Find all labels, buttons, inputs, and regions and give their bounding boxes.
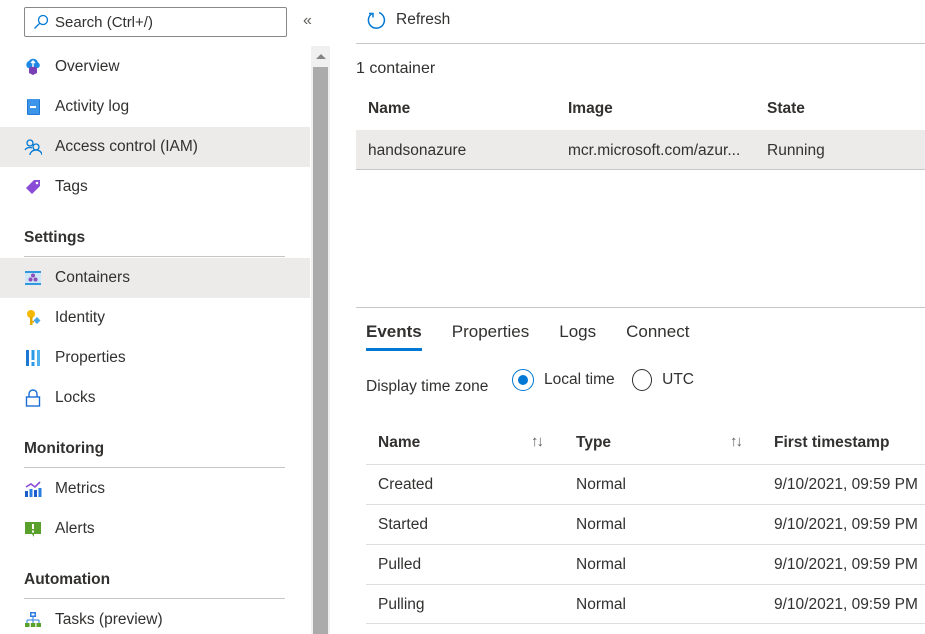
refresh-button[interactable]: Refresh (366, 10, 450, 30)
sidebar-item-tags[interactable]: Tags (0, 167, 310, 207)
tab-properties[interactable]: Properties (452, 322, 529, 350)
events-header-first-timestamp[interactable]: First timestamp (774, 434, 889, 452)
sort-icon[interactable]: ↑↓ (531, 433, 544, 450)
tab-logs[interactable]: Logs (559, 322, 596, 350)
containers-icon (24, 269, 42, 287)
sidebar-item-label: Properties (55, 349, 126, 366)
section-heading-automation: Automation (24, 571, 111, 588)
radio-label: UTC (662, 371, 694, 388)
event-type: Normal (576, 556, 626, 573)
sidebar-item-overview[interactable]: Overview (0, 47, 310, 87)
radio-circle (632, 369, 653, 391)
sidebar-item-metrics[interactable]: Metrics (0, 469, 310, 509)
section-divider (24, 467, 285, 468)
sort-icon[interactable]: ↑↓ (730, 433, 743, 450)
radio-circle (512, 369, 534, 391)
section-heading-settings: Settings (24, 229, 86, 246)
overview-icon (24, 58, 42, 76)
sidebar-item-label: Alerts (55, 520, 95, 537)
tab-connect[interactable]: Connect (626, 322, 689, 350)
iam-icon (24, 138, 42, 156)
identity-icon (24, 309, 42, 327)
sidebar-item-tasks[interactable]: Tasks (preview) (0, 600, 310, 634)
sidebar-item-identity[interactable]: Identity (0, 298, 310, 338)
sidebar-item-label: Locks (55, 389, 96, 406)
radio-utc[interactable]: UTC (632, 369, 694, 391)
container-name: handsonazure (368, 142, 467, 159)
container-count: 1 container (356, 60, 436, 77)
column-header-image: Image (568, 100, 613, 117)
tasks-icon (24, 611, 42, 629)
sidebar-item-label: Tasks (preview) (55, 611, 163, 628)
tab-events[interactable]: Events (366, 322, 422, 351)
pane-splitter[interactable] (356, 307, 925, 308)
details-tabs: Events Properties Logs Connect (366, 322, 719, 351)
event-first-timestamp: 9/10/2021, 09:59 PM (774, 476, 918, 493)
event-name: Started (378, 516, 428, 533)
container-state: Running (767, 142, 825, 159)
radio-label: Local time (544, 371, 615, 388)
event-name: Pulled (378, 556, 422, 573)
event-type: Normal (576, 476, 626, 493)
scrollbar-thumb[interactable] (313, 67, 328, 634)
refresh-label: Refresh (396, 11, 451, 28)
sidebar-item-access-control[interactable]: Access control (IAM) (0, 127, 310, 167)
sidebar-item-label: Identity (55, 309, 105, 326)
event-name: Pulling (378, 596, 425, 613)
metrics-icon (24, 480, 42, 498)
section-divider (24, 256, 285, 257)
search-input[interactable] (55, 13, 275, 31)
events-header-type[interactable]: Type (576, 434, 611, 452)
properties-icon (24, 349, 42, 367)
table-row[interactable]: handsonazure mcr.microsoft.com/azur... R… (356, 130, 925, 170)
sidebar-item-label: Overview (55, 58, 120, 75)
sidebar-item-label: Metrics (55, 480, 105, 497)
sidebar-item-containers[interactable]: Containers (0, 258, 310, 298)
lock-icon (24, 389, 42, 407)
column-header-name: Name (368, 100, 411, 117)
event-type: Normal (576, 516, 626, 533)
table-row[interactable]: Pulling Normal 9/10/2021, 09:59 PM (366, 584, 925, 624)
table-row[interactable]: Created Normal 9/10/2021, 09:59 PM (366, 464, 925, 504)
sidebar-item-label: Containers (55, 269, 130, 286)
sidebar-item-locks[interactable]: Locks (0, 378, 310, 418)
tag-icon (24, 178, 42, 196)
event-first-timestamp: 9/10/2021, 09:59 PM (774, 596, 918, 613)
containers-pane: Refresh 1 container Name Image State han… (356, 0, 925, 634)
event-type: Normal (576, 596, 626, 613)
collapse-menu-button[interactable]: « (303, 12, 312, 30)
sidebar-item-label: Access control (IAM) (55, 138, 198, 155)
sidebar-item-activity-log[interactable]: Activity log (0, 87, 310, 127)
resource-menu: « Overview Activity log Access control (… (0, 0, 312, 634)
section-heading-monitoring: Monitoring (24, 440, 105, 457)
search-icon (34, 14, 49, 29)
radio-local-time[interactable]: Local time (512, 369, 615, 391)
event-first-timestamp: 9/10/2021, 09:59 PM (774, 516, 918, 533)
activity-log-icon (24, 98, 42, 116)
timezone-label: Display time zone (366, 378, 489, 395)
sidebar-item-label: Tags (55, 178, 88, 195)
alerts-icon (24, 520, 42, 538)
table-row[interactable]: Started Normal 9/10/2021, 09:59 PM (366, 504, 925, 544)
events-header-name[interactable]: Name (378, 434, 420, 452)
section-divider (24, 598, 285, 599)
event-name: Created (378, 476, 434, 493)
toolbar-divider (356, 43, 925, 44)
sidebar-item-alerts[interactable]: Alerts (0, 509, 310, 549)
sidebar-item-properties[interactable]: Properties (0, 338, 310, 378)
search-box[interactable] (24, 7, 287, 37)
sidebar-item-label: Activity log (55, 98, 130, 115)
event-first-timestamp: 9/10/2021, 09:59 PM (774, 556, 918, 573)
container-image: mcr.microsoft.com/azur... (568, 142, 741, 159)
scroll-up-button[interactable] (311, 46, 330, 66)
table-row[interactable]: Pulled Normal 9/10/2021, 09:59 PM (366, 544, 925, 584)
arrow-up-icon (315, 53, 326, 59)
sidebar-scrollbar[interactable] (311, 46, 330, 634)
column-header-state: State (767, 100, 805, 117)
refresh-icon (367, 11, 386, 29)
